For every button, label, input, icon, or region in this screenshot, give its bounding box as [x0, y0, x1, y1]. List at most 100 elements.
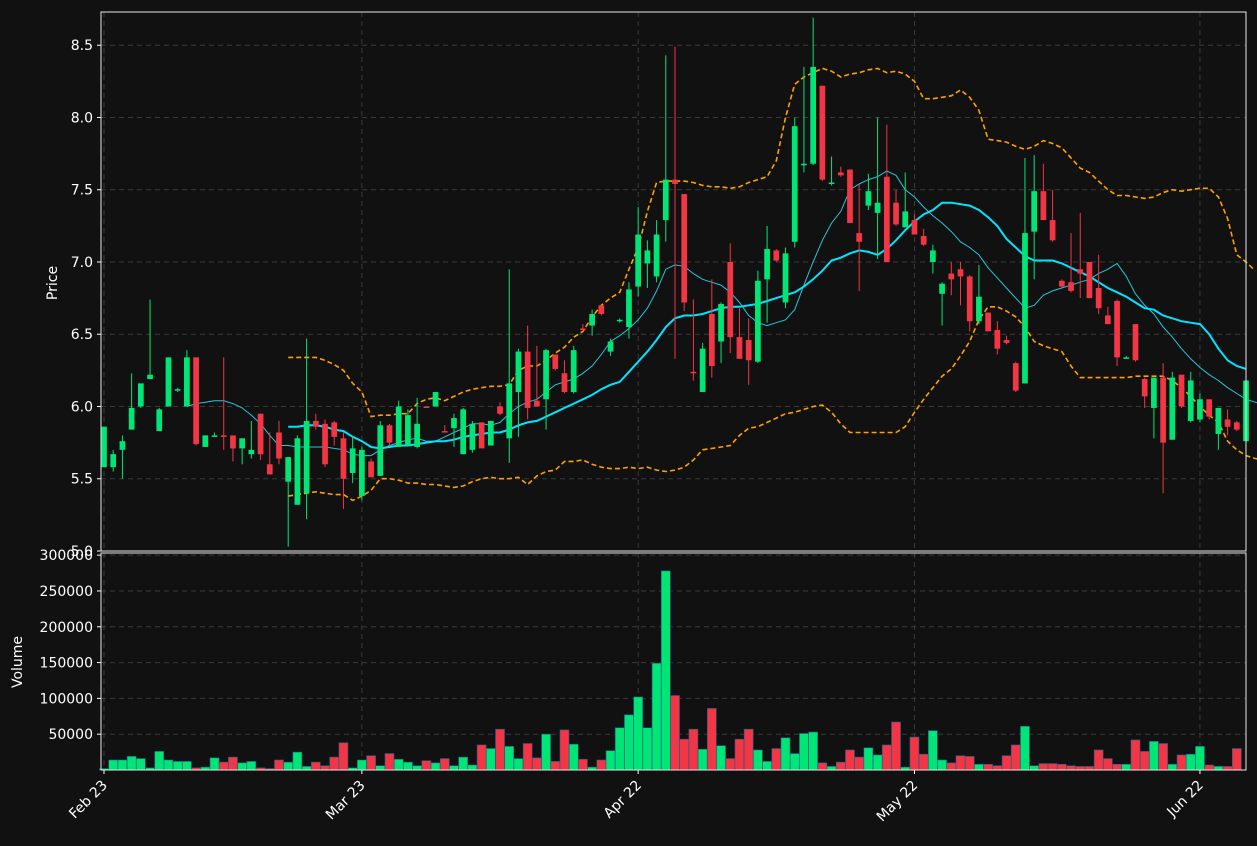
- date-tick-label: Feb 23: [66, 778, 111, 823]
- candle: [718, 302, 724, 364]
- candle-body: [359, 449, 365, 497]
- candle-body: [755, 280, 761, 362]
- volume-tick-label: 300000: [40, 548, 93, 564]
- candle: [1068, 233, 1074, 293]
- candle: [1141, 377, 1148, 408]
- volume-bar: [946, 762, 957, 771]
- candle-body: [948, 273, 955, 280]
- candle: [230, 435, 236, 462]
- volume-bar: [430, 762, 441, 771]
- volume-bar: [882, 744, 892, 771]
- volume-bar: [311, 761, 321, 771]
- volume-bar: [366, 755, 376, 771]
- candle: [276, 420, 282, 465]
- volume-bar: [209, 757, 220, 771]
- candle-body: [506, 383, 513, 439]
- candle: [1215, 407, 1222, 450]
- candle: [220, 357, 227, 450]
- candle-body: [202, 435, 209, 447]
- volume-bar: [1149, 741, 1159, 771]
- candle-body: [662, 179, 669, 221]
- date-axis: Feb 23Mar 23Apr 22May 22Jun 22Jul 20Aug …: [66, 770, 1207, 825]
- price-tick-label: 8.5: [71, 38, 93, 54]
- candle: [911, 214, 918, 235]
- volume-bar: [872, 754, 883, 771]
- candle-body: [856, 233, 863, 242]
- candle: [1187, 371, 1194, 423]
- candle-body: [1178, 374, 1185, 407]
- volume-bar: [421, 760, 432, 771]
- candle-body: [1132, 324, 1139, 361]
- volume-bar: [578, 758, 588, 771]
- volume-bar: [568, 743, 579, 771]
- candle: [920, 228, 927, 247]
- candle: [368, 458, 374, 478]
- volume-bar: [660, 570, 671, 771]
- volume-tick-label: 200000: [40, 620, 93, 636]
- candles: [101, 17, 1249, 547]
- candle-body: [966, 276, 973, 322]
- volume-bar: [320, 765, 330, 771]
- candle: [506, 269, 513, 463]
- candle: [312, 413, 319, 430]
- candle-body: [801, 163, 807, 166]
- volume-bar: [476, 744, 487, 771]
- candle: [460, 407, 467, 455]
- candle-body: [819, 85, 826, 180]
- candle-body: [515, 351, 522, 393]
- candle: [395, 400, 402, 447]
- candle: [1233, 420, 1240, 432]
- volume-bar: [1047, 763, 1058, 771]
- candle-body: [1141, 379, 1148, 397]
- candle-body: [561, 373, 568, 393]
- candle-body: [220, 435, 227, 437]
- volume-bar: [964, 756, 975, 771]
- candle-body: [1012, 363, 1019, 391]
- candle-body: [322, 423, 328, 465]
- candle: [902, 172, 909, 228]
- price-panel: 5.05.56.06.57.07.58.08.5 Price: [45, 12, 1257, 560]
- volume-bar: [439, 758, 450, 771]
- candle-body: [828, 182, 835, 185]
- candle-body: [1197, 399, 1203, 420]
- candle: [745, 318, 752, 385]
- volume-bar: [117, 759, 128, 771]
- candle: [1123, 355, 1130, 359]
- candle: [1022, 157, 1028, 384]
- candle-body: [699, 348, 706, 393]
- candle-body: [1086, 261, 1093, 299]
- volume-tick-label: 100000: [40, 691, 93, 707]
- candle: [561, 360, 568, 394]
- volume-bar: [863, 747, 874, 771]
- volume-bar: [1001, 755, 1012, 771]
- candle-body: [1049, 220, 1056, 241]
- candle-body: [441, 431, 448, 433]
- candle: [893, 189, 899, 226]
- date-tick-label: Apr 22: [601, 778, 645, 822]
- volume-bar: [1093, 749, 1104, 771]
- candle: [147, 299, 153, 380]
- candle: [266, 432, 273, 475]
- candle-body: [957, 269, 964, 277]
- candle: [791, 117, 798, 248]
- candle: [930, 244, 936, 274]
- volume-axis: 50000 100000 150000 200000 250000 300000: [40, 548, 101, 743]
- candle-body: [340, 438, 347, 479]
- volume-panel: 50000 100000 150000 200000 250000 300000 Volu…: [10, 548, 1246, 771]
- candle: [377, 420, 384, 476]
- candle-body: [119, 441, 126, 450]
- candle: [616, 318, 623, 323]
- volume-bar: [734, 738, 745, 771]
- volume-tick-label: 150000: [40, 656, 93, 672]
- volume-bar: [246, 761, 257, 771]
- candle: [976, 264, 982, 325]
- candle-body: [1095, 288, 1102, 309]
- candle-body: [865, 191, 872, 206]
- candle: [303, 338, 310, 520]
- candle-body: [266, 464, 273, 475]
- candle-body: [230, 435, 236, 449]
- volume-bar: [154, 751, 165, 771]
- candle-body: [1187, 380, 1194, 421]
- candle-body: [110, 454, 117, 468]
- candle-body: [1169, 377, 1176, 440]
